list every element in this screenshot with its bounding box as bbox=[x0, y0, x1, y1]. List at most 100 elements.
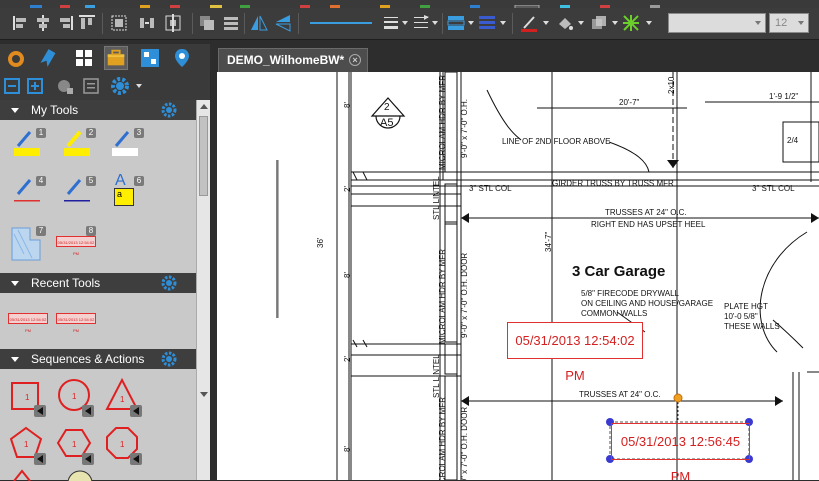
sequences-title: Sequences & Actions bbox=[31, 352, 145, 366]
my-tools-body: 1 2 3 4 5 A a 6 7 05/31/2013 12:54:02 PM bbox=[0, 120, 196, 275]
text-box-tool[interactable]: A a 6 bbox=[112, 172, 144, 206]
microlam-label-2: MICROLAM HDR BY MFR bbox=[438, 249, 447, 344]
text-tool-box: a bbox=[114, 188, 134, 206]
bookmarks-tab-icon[interactable] bbox=[36, 46, 60, 70]
font-family-combo[interactable] bbox=[668, 13, 766, 33]
sequence-hexagon-tool[interactable]: 1 bbox=[56, 425, 96, 465]
date-stamp-1[interactable]: 05/31/2013 12:54:02 PM bbox=[507, 322, 643, 383]
upset-heel-label: RIGHT END HAS UPSET HEEL bbox=[591, 220, 706, 229]
tool-chest-scrollbar[interactable] bbox=[196, 100, 210, 480]
markups-list-tab-icon[interactable] bbox=[138, 46, 162, 70]
thumbnails-tab-icon[interactable] bbox=[72, 46, 96, 70]
hatch-fill-icon[interactable] bbox=[622, 14, 640, 32]
recent-tools-title: Recent Tools bbox=[31, 276, 101, 290]
line-start-icon[interactable] bbox=[412, 14, 430, 32]
flip-horizontal-icon[interactable] bbox=[250, 14, 268, 32]
tool-set-icon[interactable] bbox=[82, 77, 100, 95]
document-tab[interactable]: DEMO_WilhomeBW* × bbox=[218, 48, 368, 72]
align-center-icon[interactable] bbox=[34, 14, 52, 32]
sequences-body: 1 1 1 1 1 1 bbox=[0, 369, 196, 481]
location-tab-icon[interactable] bbox=[170, 46, 194, 70]
border-style-icon[interactable] bbox=[478, 14, 496, 32]
document-tab-title: DEMO_WilhomeBW* bbox=[227, 53, 345, 67]
drywall-line-2: ON CEILING AND HOUSE/GARAGE bbox=[581, 299, 714, 308]
plate-hgt-2: 10'-0 5/8" bbox=[724, 312, 758, 321]
white-box-tool[interactable]: 3 bbox=[110, 126, 144, 158]
scroll-down-icon[interactable] bbox=[200, 392, 208, 397]
blue-pen-tool[interactable]: 5 bbox=[62, 174, 96, 204]
section-number: 2 bbox=[384, 102, 390, 113]
align-top-icon[interactable] bbox=[78, 14, 96, 32]
stl-lintel-1: STL LINTEL bbox=[432, 176, 441, 220]
sequence-pentagon-tool[interactable]: 1 bbox=[8, 425, 48, 465]
recent-tools-gear-icon[interactable] bbox=[161, 275, 177, 291]
sequence-circle-tool[interactable]: 1 bbox=[56, 377, 96, 417]
center-align-icon[interactable] bbox=[164, 14, 182, 32]
font-size-combo[interactable]: 12 bbox=[769, 13, 809, 33]
blueprint-linework bbox=[276, 72, 819, 480]
settings-gear-icon[interactable] bbox=[110, 76, 130, 96]
recent-stamp-1[interactable]: 05/31/2013 12:54:02 PM bbox=[8, 313, 48, 333]
distribute-icon[interactable] bbox=[138, 14, 156, 32]
sequence-square-tool[interactable]: 1 bbox=[8, 377, 48, 417]
opacity-icon[interactable] bbox=[590, 14, 608, 32]
flip-vertical-icon[interactable] bbox=[274, 14, 292, 32]
sequence-triangle-tool[interactable]: 1 bbox=[104, 377, 144, 417]
stl-lintel-2: STL LINTEL bbox=[432, 354, 441, 398]
scroll-thumb[interactable] bbox=[199, 116, 208, 196]
dim-34-7: 34'-7" bbox=[544, 231, 553, 252]
group-icon[interactable] bbox=[110, 14, 128, 32]
dim-2x10: 2x10 bbox=[667, 76, 676, 94]
my-tools-header[interactable]: My Tools bbox=[0, 100, 196, 120]
hatch-pattern-icon[interactable] bbox=[447, 14, 465, 32]
recent-stamp-2[interactable]: 05/31/2013 12:54:02 PM bbox=[56, 313, 96, 333]
tool-chest-tab[interactable] bbox=[104, 46, 128, 70]
line-weight-icon[interactable] bbox=[382, 14, 400, 32]
highlighter-tool[interactable]: 2 bbox=[62, 126, 96, 158]
stack-icon[interactable] bbox=[198, 14, 216, 32]
fill-color-icon[interactable] bbox=[556, 14, 574, 32]
line-color-icon[interactable] bbox=[520, 14, 538, 32]
expand-all-icon[interactable] bbox=[27, 78, 43, 94]
stamp-thumbnail: 05/31/2013 12:54:02 PM bbox=[56, 236, 96, 256]
properties-tab-icon[interactable] bbox=[4, 46, 28, 70]
area-hatch-tool[interactable]: 7 bbox=[10, 224, 46, 261]
add-tool-icon[interactable] bbox=[56, 77, 74, 95]
more-sequences-partial bbox=[13, 469, 93, 481]
tool-chest-icon bbox=[107, 49, 125, 66]
sequences-header[interactable]: Sequences & Actions bbox=[0, 349, 196, 369]
door-label-3: 9'-0" x 7'-0" O.H. DOOR bbox=[460, 406, 469, 480]
svg-text:1: 1 bbox=[120, 440, 125, 449]
my-tools-title: My Tools bbox=[31, 103, 79, 117]
align-right-icon[interactable] bbox=[56, 14, 74, 32]
drywall-line-1: 5/8" FIRECODE DRYWALL bbox=[581, 289, 679, 298]
scroll-up-icon[interactable] bbox=[200, 104, 208, 109]
date-stamp-tool[interactable]: 05/31/2013 12:54:02 PM 8 bbox=[56, 224, 100, 256]
document-canvas[interactable]: 2 A5 20'-7" 2x10 1'-9 1/2" 2/4 LINE OF 2… bbox=[211, 72, 819, 480]
sequence-octagon-tool[interactable]: 1 bbox=[104, 425, 144, 465]
date-stamp-2-selected[interactable]: 05/31/2013 12:56:45 PM bbox=[611, 423, 750, 480]
collapse-arrow-icon bbox=[11, 281, 19, 286]
my-tools-gear-icon[interactable] bbox=[161, 102, 177, 118]
tool-chest-toolbar bbox=[0, 72, 210, 100]
svg-text:1: 1 bbox=[120, 395, 125, 404]
layers-icon[interactable] bbox=[222, 14, 240, 32]
highlighter-yellow-tool[interactable]: 1 bbox=[12, 126, 46, 158]
blueprint-page[interactable]: 2 A5 20'-7" 2x10 1'-9 1/2" 2/4 LINE OF 2… bbox=[217, 72, 819, 480]
dim-8-b: 8' bbox=[343, 272, 352, 278]
dim-2-4: 2/4 bbox=[787, 136, 799, 145]
room-title: 3 Car Garage bbox=[572, 263, 666, 280]
font-size-value: 12 bbox=[775, 17, 788, 29]
align-left-icon[interactable] bbox=[12, 14, 30, 32]
line-style-icon[interactable] bbox=[308, 14, 374, 32]
collapse-all-icon[interactable] bbox=[4, 78, 20, 94]
recent-tools-header[interactable]: Recent Tools bbox=[0, 273, 196, 293]
tool-chest-panel: My Tools 1 2 3 4 5 A a 6 7 05/31/2013 12… bbox=[0, 72, 210, 481]
plate-hgt-1: PLATE HGT bbox=[724, 302, 768, 311]
close-tab-icon[interactable]: × bbox=[349, 54, 361, 66]
red-pen-tool[interactable]: 4 bbox=[12, 174, 46, 204]
sequences-gear-icon[interactable] bbox=[161, 351, 177, 367]
svg-text:1: 1 bbox=[25, 393, 30, 402]
microlam-label-3: MICROLAM HDR BY MFR bbox=[438, 397, 447, 480]
dim-8-c: 8' bbox=[343, 446, 352, 452]
